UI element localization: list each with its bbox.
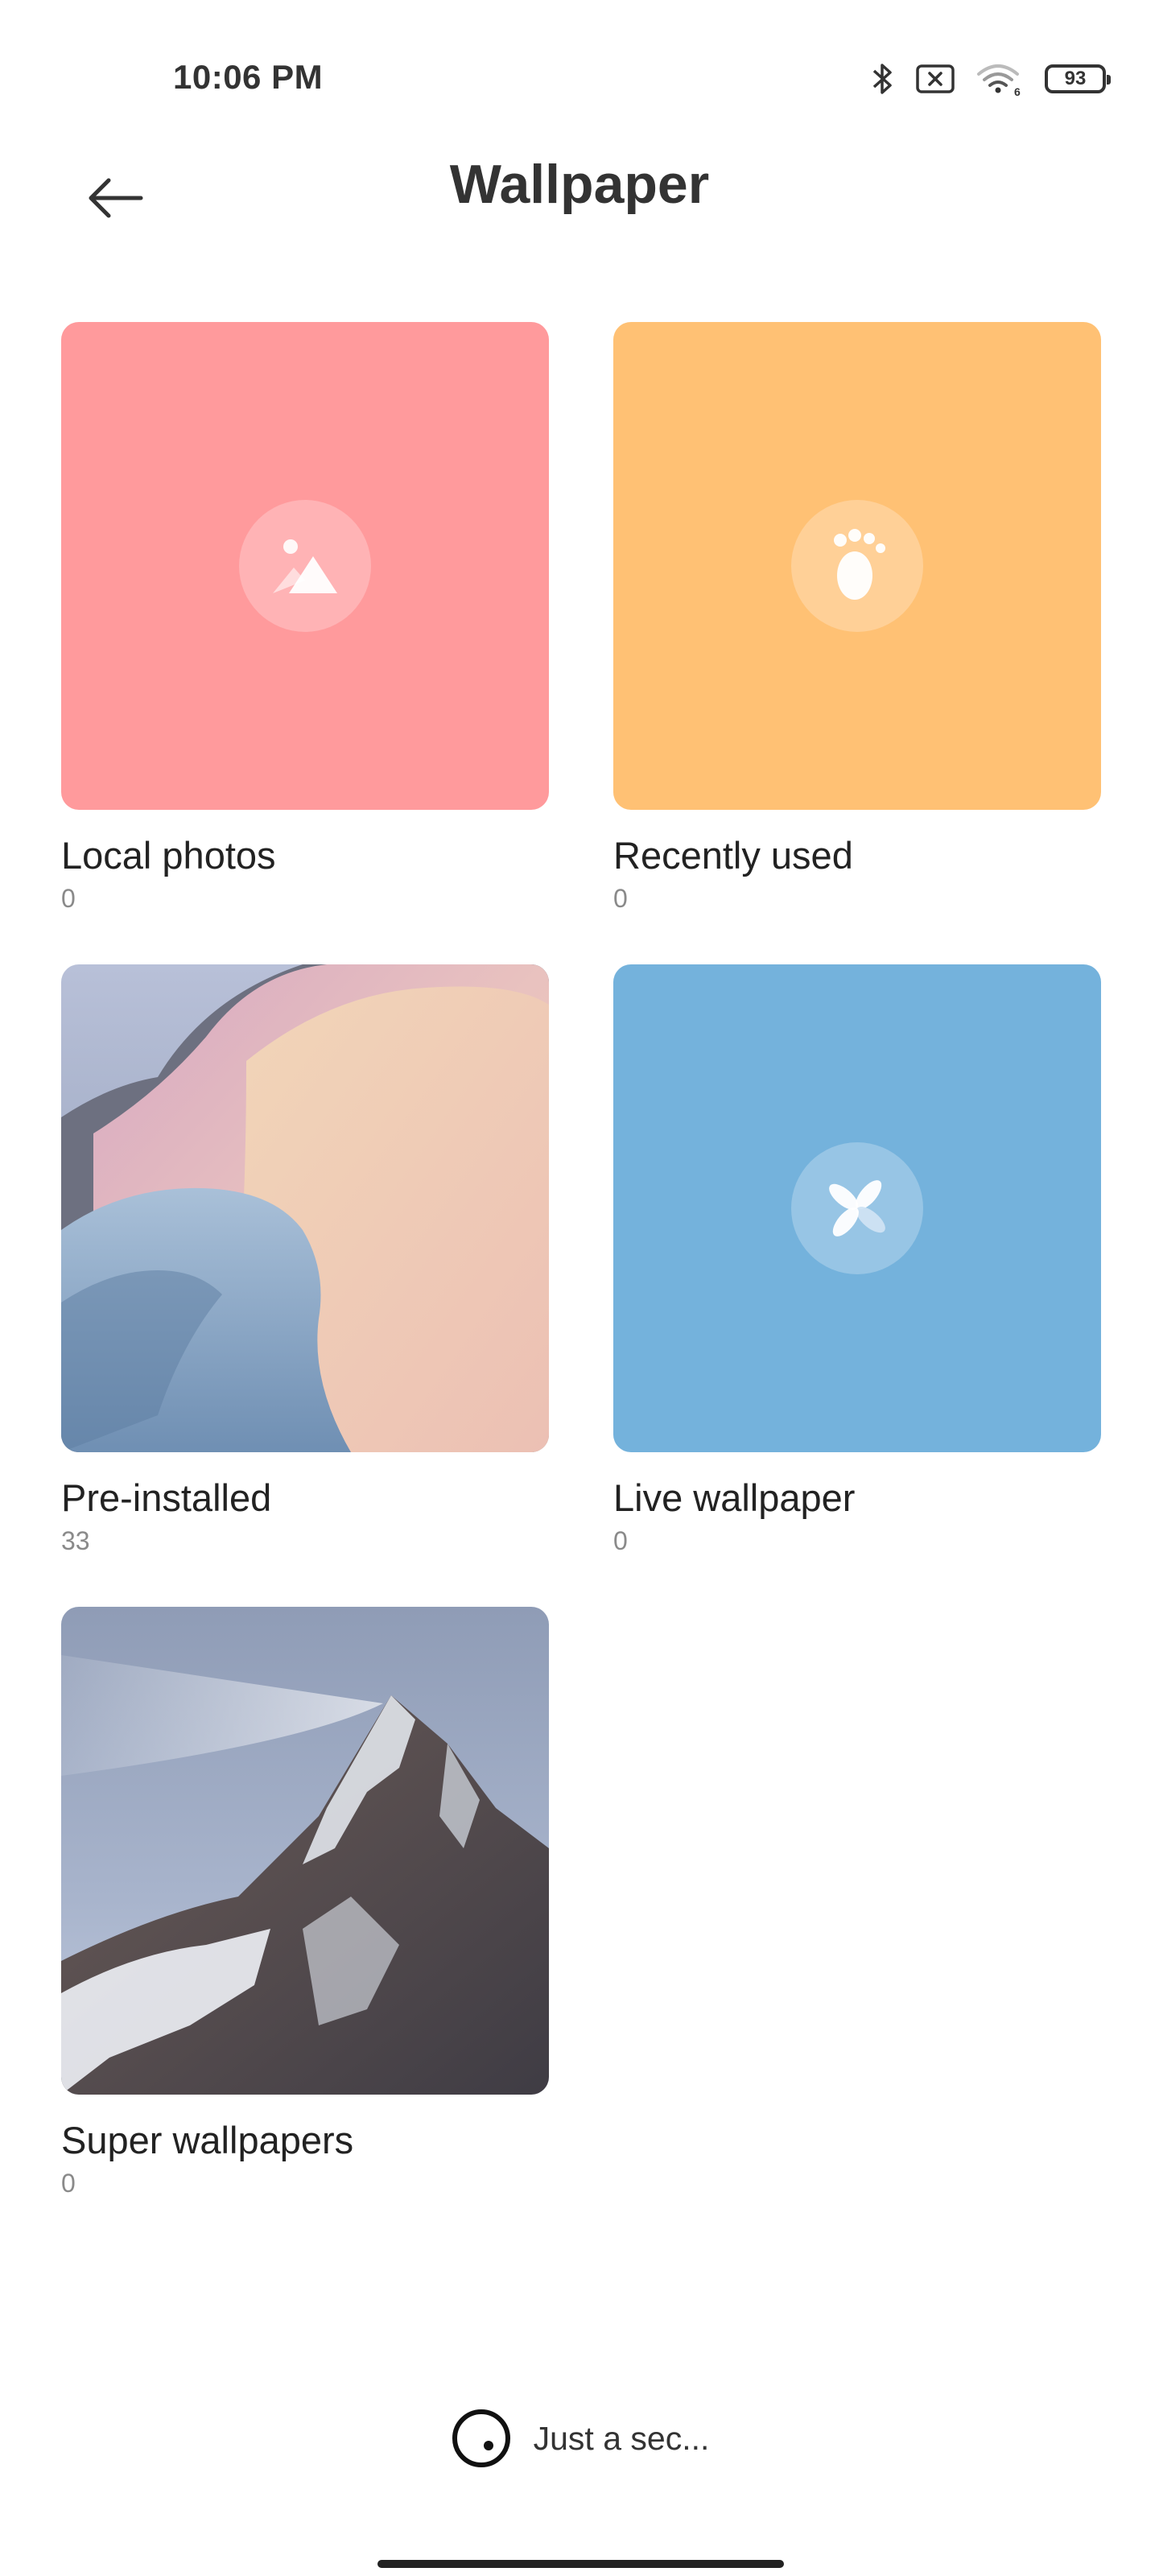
- bluetooth-icon: [871, 61, 895, 97]
- status-time: 10:06 PM: [173, 58, 324, 96]
- tile-recently-used[interactable]: Recently used 0: [613, 322, 1101, 914]
- footprint-icon: [791, 500, 923, 632]
- tile-local-photos[interactable]: Local photos 0: [61, 322, 549, 914]
- tile-pre-installed[interactable]: Pre-installed 33: [61, 964, 549, 1556]
- tile-label: Super wallpapers: [61, 2119, 354, 2161]
- no-sim-icon: [916, 64, 955, 93]
- status-bar: 10:06 PM 6 93: [0, 0, 1159, 161]
- tile-count: 0: [613, 1526, 628, 1555]
- spinner-icon: [452, 2409, 510, 2467]
- tile-live-wallpaper[interactable]: Live wallpaper 0: [613, 964, 1101, 1556]
- preview-image: [61, 964, 549, 1452]
- tile-count: 0: [613, 884, 628, 913]
- home-indicator[interactable]: [377, 2560, 784, 2568]
- pinwheel-icon: [791, 1142, 923, 1274]
- tile-super-wallpapers[interactable]: Super wallpapers 0: [61, 1607, 549, 2198]
- tile-label: Pre-installed: [61, 1476, 272, 1519]
- recently-used-thumbnail[interactable]: [613, 322, 1101, 810]
- wifi-6-icon: 6: [975, 61, 1024, 97]
- tile-count: 0: [61, 884, 76, 913]
- tile-label: Local photos: [61, 834, 276, 877]
- tile-label: Recently used: [613, 834, 853, 877]
- pre-installed-thumbnail[interactable]: [61, 964, 549, 1452]
- tile-count: 33: [61, 1526, 90, 1555]
- battery-icon: 93: [1045, 64, 1111, 93]
- live-wallpaper-thumbnail[interactable]: [613, 964, 1101, 1452]
- super-wallpapers-thumbnail[interactable]: [61, 1607, 549, 2095]
- loading-indicator: Just a sec...: [0, 2407, 1159, 2470]
- status-icons: 6 93: [871, 61, 1111, 97]
- image-icon: [239, 500, 371, 632]
- local-photos-thumbnail[interactable]: [61, 322, 549, 810]
- loading-text: Just a sec...: [533, 2419, 710, 2457]
- tile-count: 0: [61, 2169, 76, 2198]
- tile-label: Live wallpaper: [613, 1476, 856, 1519]
- page-title: Wallpaper: [449, 154, 710, 215]
- preview-image: [61, 1607, 549, 2095]
- svg-text:6: 6: [1014, 85, 1021, 97]
